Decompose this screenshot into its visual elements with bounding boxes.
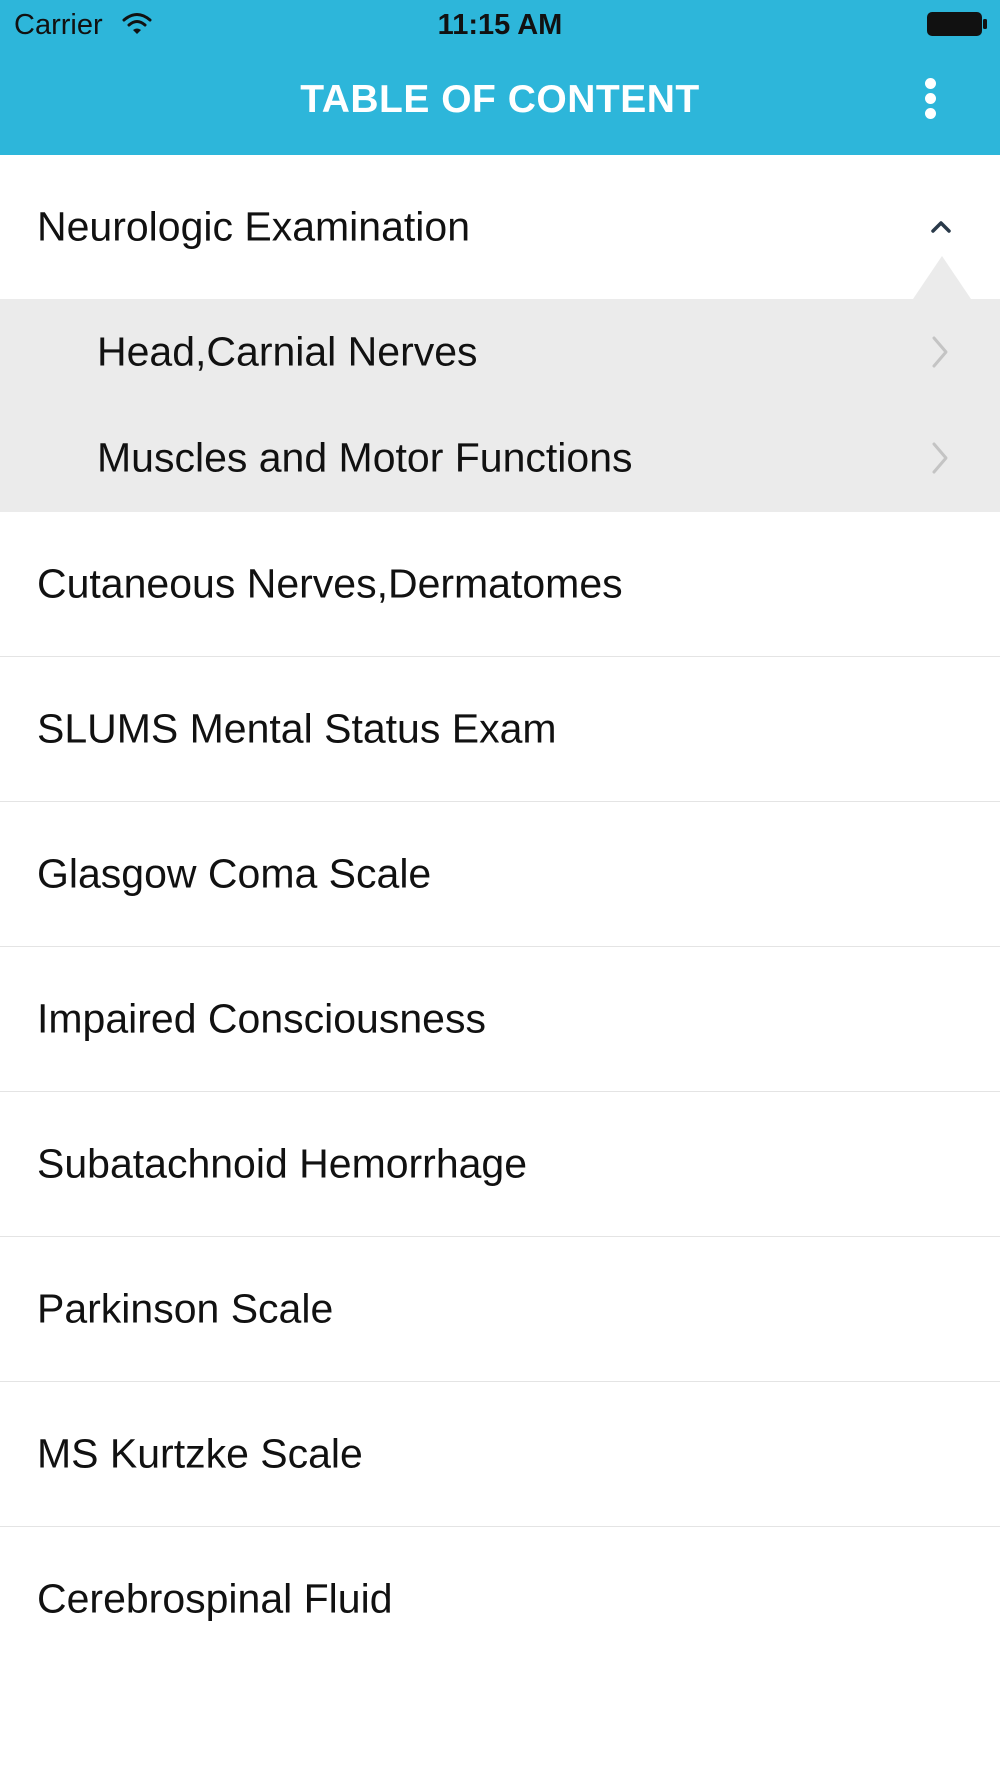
section-label: Cerebrospinal Fluid	[37, 1575, 393, 1622]
table-of-contents-list: Neurologic Examination Head,Carnial Nerv…	[0, 155, 1000, 1671]
section-label: MS Kurtzke Scale	[37, 1430, 363, 1477]
battery-icon	[927, 12, 987, 36]
section-label: Subatachnoid Hemorrhage	[37, 1140, 528, 1187]
section-label: Impaired Consciousness	[37, 995, 486, 1042]
section-ms-kurtzke-scale[interactable]: MS Kurtzke Scale	[0, 1382, 1000, 1527]
sub-item-head-carnial-nerves[interactable]: Head,Carnial Nerves	[0, 299, 1000, 405]
section-subatachnoid-hemorrhage[interactable]: Subatachnoid Hemorrhage	[0, 1092, 1000, 1237]
chevron-up-icon	[931, 221, 951, 233]
sub-item-label: Muscles and Motor Functions	[97, 434, 633, 481]
sub-item-label: Head,Carnial Nerves	[97, 328, 478, 375]
status-bar: Carrier 11:15 AM	[0, 0, 1000, 50]
section-parkinson-scale[interactable]: Parkinson Scale	[0, 1237, 1000, 1382]
menu-dot	[925, 93, 936, 104]
more-menu-button[interactable]	[910, 74, 950, 124]
app-header: Carrier 11:15 AM TABLE OF CONTENT	[0, 0, 1000, 155]
menu-dot	[925, 108, 936, 119]
more-vertical-icon	[925, 78, 936, 89]
section-label: Neurologic Examination	[37, 203, 471, 250]
section-glasgow-coma-scale[interactable]: Glasgow Coma Scale	[0, 802, 1000, 947]
sub-list: Head,Carnial Nerves Muscles and Motor Fu…	[0, 299, 1000, 512]
section-label: Parkinson Scale	[37, 1285, 334, 1332]
page-title: TABLE OF CONTENT	[300, 78, 700, 121]
status-time: 11:15 AM	[437, 9, 563, 41]
chevron-right-icon	[932, 336, 948, 368]
section-label: SLUMS Mental Status Exam	[37, 705, 557, 752]
section-cutaneous-nerves[interactable]: Cutaneous Nerves,Dermatomes	[0, 512, 1000, 657]
section-label: Glasgow Coma Scale	[37, 850, 432, 897]
section-neurologic-examination[interactable]: Neurologic Examination	[0, 155, 1000, 299]
section-label: Cutaneous Nerves,Dermatomes	[37, 560, 623, 607]
sub-item-muscles-motor-functions[interactable]: Muscles and Motor Functions	[0, 405, 1000, 511]
section-impaired-consciousness[interactable]: Impaired Consciousness	[0, 947, 1000, 1092]
expand-pointer	[913, 256, 971, 299]
section-slums-mental-status[interactable]: SLUMS Mental Status Exam	[0, 657, 1000, 802]
chevron-right-icon	[932, 442, 948, 474]
section-cerebrospinal-fluid[interactable]: Cerebrospinal Fluid	[0, 1527, 1000, 1671]
